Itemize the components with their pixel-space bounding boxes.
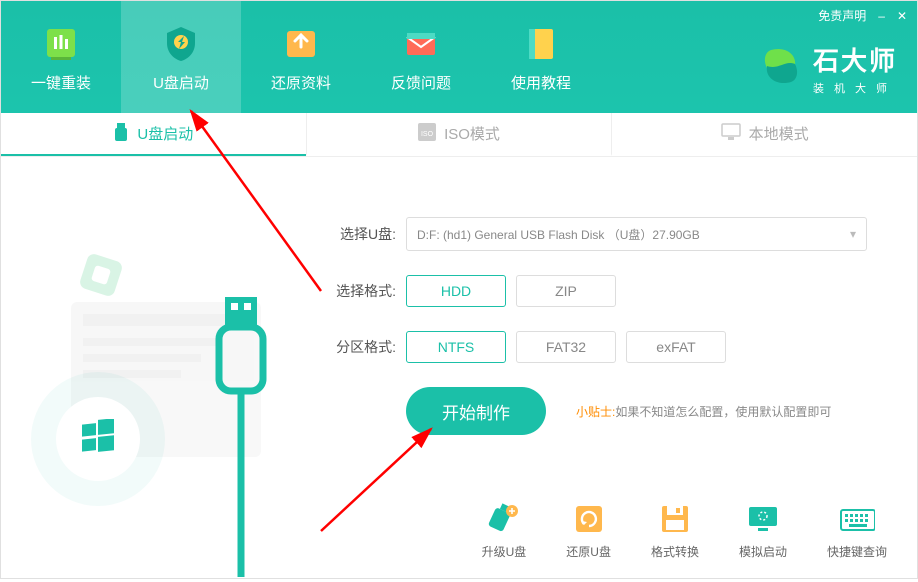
simulate-icon — [745, 501, 781, 537]
tool-label: 模拟启动 — [739, 543, 787, 560]
mode-tabs: U盘启动 ISO ISO模式 本地模式 — [1, 113, 917, 157]
fs-opt-exfat[interactable]: exFAT — [626, 331, 726, 363]
form-panel: 选择U盘: D:F: (hd1) General USB Flash Disk … — [311, 157, 917, 578]
disclaimer-link[interactable]: 免责声明 — [818, 7, 866, 24]
iso-icon: ISO — [418, 123, 436, 145]
usb-restore-icon — [571, 501, 607, 537]
keyboard-icon — [839, 501, 875, 537]
tool-label: 格式转换 — [651, 543, 699, 560]
tool-simulate-boot[interactable]: 模拟启动 — [739, 501, 787, 560]
nav-label: U盘启动 — [153, 72, 209, 93]
tool-format-convert[interactable]: 格式转换 — [651, 501, 699, 560]
usb-select-label: 选择U盘: — [321, 224, 396, 244]
tool-label: 快捷键查询 — [827, 543, 887, 560]
tool-label: 升级U盘 — [482, 543, 527, 560]
monitor-icon — [721, 123, 741, 145]
svg-text:ISO: ISO — [421, 131, 434, 138]
tab-iso[interactable]: ISO ISO模式 — [306, 113, 612, 156]
nav-tutorial[interactable]: 使用教程 — [481, 1, 601, 113]
usb-upgrade-icon — [486, 501, 522, 537]
tab-label: 本地模式 — [749, 123, 809, 144]
tip-highlight: 小贴士: — [576, 405, 615, 419]
nav-label: 使用教程 — [511, 72, 571, 93]
brand-subtitle: 装机大师 — [813, 80, 897, 96]
main-nav: 一键重装 U盘启动 还原资料 反馈问题 使用教程 — [1, 1, 601, 113]
tab-label: U盘启动 — [137, 123, 193, 144]
reinstall-icon — [40, 22, 82, 64]
window-controls: 免责声明 – ✕ — [818, 7, 907, 24]
brand: 石大师 装机大师 — [759, 41, 897, 96]
tool-label: 还原U盘 — [566, 543, 611, 560]
format-row: 选择格式: HDD ZIP — [321, 275, 867, 307]
tab-usb-boot[interactable]: U盘启动 — [1, 113, 306, 156]
close-button[interactable]: ✕ — [897, 9, 907, 23]
tip-text: 小贴士:如果不知道怎么配置，使用默认配置即可 — [576, 403, 831, 420]
brand-title: 石大师 — [813, 41, 897, 78]
format-opt-hdd[interactable]: HDD — [406, 275, 506, 307]
fs-opt-ntfs[interactable]: NTFS — [406, 331, 506, 363]
fs-label: 分区格式: — [321, 337, 396, 357]
toolbar: 升级U盘 还原U盘 格式转换 模拟启动 快捷键查询 — [482, 501, 887, 560]
format-opt-zip[interactable]: ZIP — [516, 275, 616, 307]
nav-usb-boot[interactable]: U盘启动 — [121, 1, 241, 113]
restore-icon — [280, 22, 322, 64]
tab-label: ISO模式 — [444, 123, 500, 144]
chevron-down-icon: ▾ — [850, 227, 856, 241]
illustration-panel — [1, 157, 311, 578]
fs-row: 分区格式: NTFS FAT32 exFAT — [321, 331, 867, 363]
nav-label: 反馈问题 — [391, 72, 451, 93]
usb-icon — [113, 123, 129, 145]
tab-local[interactable]: 本地模式 — [611, 113, 917, 156]
mail-icon — [400, 22, 442, 64]
fs-opt-fat32[interactable]: FAT32 — [516, 331, 616, 363]
usb-shield-icon — [160, 22, 202, 64]
minimize-button[interactable]: – — [878, 9, 885, 23]
content: 选择U盘: D:F: (hd1) General USB Flash Disk … — [1, 157, 917, 578]
format-label: 选择格式: — [321, 281, 396, 301]
tool-hotkey-query[interactable]: 快捷键查询 — [827, 501, 887, 560]
nav-restore[interactable]: 还原资料 — [241, 1, 361, 113]
nav-label: 还原资料 — [271, 72, 331, 93]
start-row: 开始制作 小贴士:如果不知道怎么配置，使用默认配置即可 — [406, 387, 867, 435]
nav-feedback[interactable]: 反馈问题 — [361, 1, 481, 113]
book-icon — [520, 22, 562, 64]
nav-label: 一键重装 — [31, 72, 91, 93]
tool-restore-usb[interactable]: 还原U盘 — [566, 501, 611, 560]
usb-select-row: 选择U盘: D:F: (hd1) General USB Flash Disk … — [321, 217, 867, 251]
usb-plug-illustration — [211, 297, 271, 582]
usb-select[interactable]: D:F: (hd1) General USB Flash Disk （U盘）27… — [406, 217, 867, 251]
tool-upgrade-usb[interactable]: 升级U盘 — [482, 501, 527, 560]
brand-logo-icon — [759, 44, 803, 93]
usb-select-value: D:F: (hd1) General USB Flash Disk （U盘）27… — [417, 226, 700, 243]
nav-reinstall[interactable]: 一键重装 — [1, 1, 121, 113]
decoration-icon — [78, 252, 123, 297]
start-button[interactable]: 开始制作 — [406, 387, 546, 435]
windows-badge — [56, 397, 140, 481]
floppy-icon — [657, 501, 693, 537]
header: 免责声明 – ✕ 一键重装 U盘启动 还原资料 反馈问题 — [1, 1, 917, 113]
